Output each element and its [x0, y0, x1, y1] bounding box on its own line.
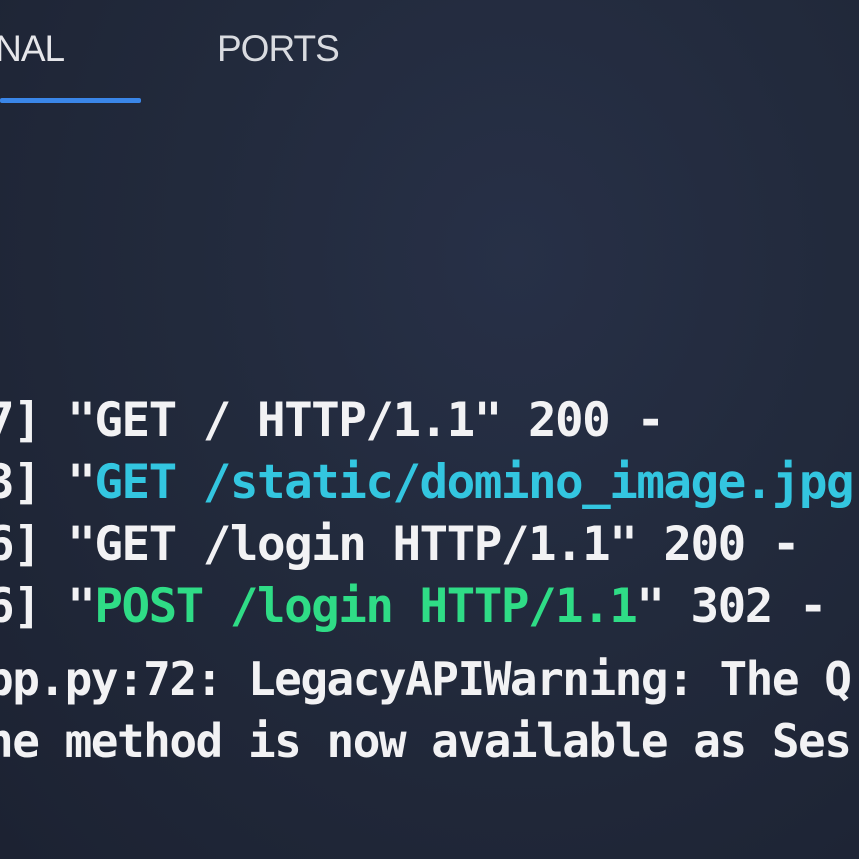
- log-line-prefix: 6] ": [0, 579, 96, 634]
- warning-line: pp.py:72: LegacyAPIWarning: The Q: [0, 652, 852, 706]
- log-line-status: " 302 -: [636, 579, 827, 634]
- log-line-request-static: GET /static/domino_image.jpg H: [94, 455, 859, 510]
- terminal-output[interactable]: 7] "GET / HTTP/1.1" 200 - 3] "GET /stati…: [0, 390, 859, 790]
- tab-ports[interactable]: PORTS: [217, 28, 340, 70]
- panel-tab-bar: MINAL PORTS: [0, 0, 859, 110]
- log-line-prefix: 7] ": [0, 393, 96, 448]
- log-line: 3] "GET /static/domino_image.jpg H: [0, 452, 859, 514]
- log-line: 7] "GET / HTTP/1.1" 200 -: [0, 390, 665, 452]
- active-tab-indicator: [0, 98, 141, 103]
- log-line-request: GET /login HTTP/1.1" 200 -: [94, 517, 800, 572]
- log-line: 6] "GET /login HTTP/1.1" 200 -: [0, 514, 800, 576]
- log-line-request-redirect: POST /login HTTP/1.1: [94, 579, 637, 634]
- log-line-prefix: 6] ": [0, 517, 96, 572]
- terminal-panel-screen: MINAL PORTS 7] "GET / HTTP/1.1" 200 - 3]…: [0, 0, 859, 859]
- warning-detail-line: he method is now available as Ses: [0, 714, 852, 768]
- tab-terminal[interactable]: MINAL: [0, 28, 65, 70]
- log-line: 6] "POST /login HTTP/1.1" 302 -: [0, 576, 828, 638]
- log-line-request: GET / HTTP/1.1" 200 -: [94, 393, 665, 448]
- tab-ports-label: PORTS: [217, 28, 340, 69]
- tab-terminal-label: MINAL: [0, 28, 65, 69]
- log-line-prefix: 3] ": [0, 455, 96, 510]
